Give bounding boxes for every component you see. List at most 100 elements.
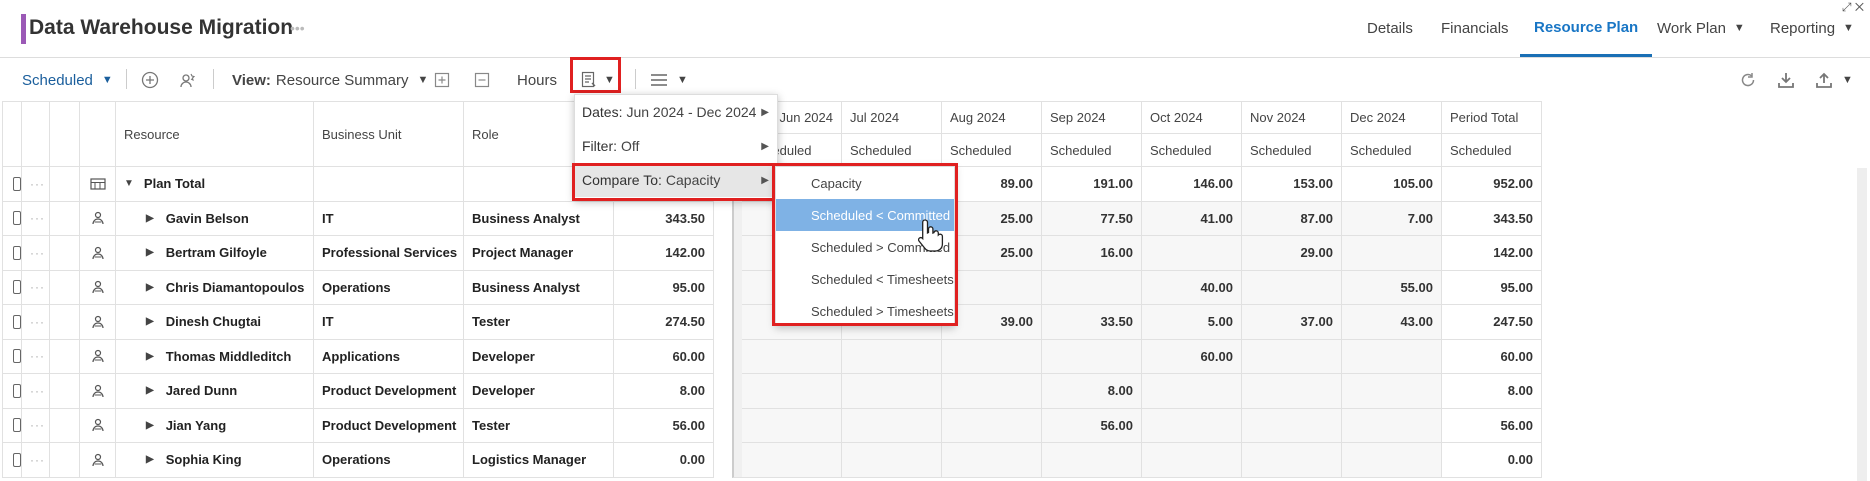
resource-name: Bertram Gilfoyle — [165, 245, 267, 261]
row-checkbox-cell[interactable] — [2, 408, 22, 443]
column-header[interactable]: Resource — [116, 101, 314, 167]
expand-icon[interactable]: ▶ — [146, 282, 154, 293]
month-header: Period Total — [1442, 101, 1542, 134]
row-checkbox[interactable] — [13, 452, 21, 467]
row-checkbox-cell[interactable] — [2, 167, 22, 202]
scheduled-dropdown[interactable]: Scheduled ▼ — [22, 70, 113, 90]
resource-total-cell: 8.00 — [614, 374, 714, 409]
expand-icon[interactable]: ▶ — [146, 316, 154, 327]
row-more-icon[interactable]: ··· — [30, 246, 45, 260]
row-type-cell — [80, 236, 116, 271]
row-checkbox-cell[interactable] — [2, 374, 22, 409]
resource-name-cell[interactable]: ▼ Plan Total — [116, 167, 314, 202]
expand-all-button[interactable] — [434, 70, 450, 90]
row-checkbox[interactable] — [13, 245, 21, 260]
row-more-icon[interactable]: ··· — [30, 280, 45, 294]
row-checkbox-cell[interactable] — [2, 236, 22, 271]
resource-name-cell[interactable]: ▶ Jian Yang — [116, 408, 314, 443]
expand-icon[interactable]: ▶ — [146, 385, 154, 396]
row-more-icon[interactable]: ··· — [30, 384, 45, 398]
row-actions-cell[interactable]: ··· — [22, 443, 50, 478]
row-checkbox-cell[interactable] — [2, 270, 22, 305]
person-icon — [91, 419, 104, 432]
business-unit-cell: Operations — [314, 270, 464, 305]
hours-toggle[interactable]: Hours — [517, 70, 557, 90]
expand-icon[interactable]: ⤢ — [1842, 0, 1852, 14]
row-checkbox[interactable] — [13, 418, 21, 433]
expand-icon[interactable]: ▶ — [146, 454, 154, 465]
row-actions-cell[interactable]: ··· — [22, 305, 50, 340]
download-icon — [1778, 73, 1794, 88]
resource-name-cell[interactable]: ▶ Gavin Belson — [116, 201, 314, 236]
expand-icon[interactable]: ▶ — [146, 247, 154, 258]
column-header — [50, 101, 80, 167]
chevron-right-icon: ▶ — [761, 106, 769, 118]
month-subheader: Scheduled — [1242, 134, 1342, 167]
row-actions-cell[interactable]: ··· — [22, 408, 50, 443]
tab-financials[interactable]: Financials — [1441, 0, 1509, 56]
resource-name-cell[interactable]: ▶ Bertram Gilfoyle — [116, 236, 314, 271]
resource-name: Jian Yang — [165, 417, 227, 433]
row-checkbox-cell[interactable] — [2, 339, 22, 374]
row-more-icon[interactable]: ··· — [30, 177, 45, 191]
expand-icon[interactable]: ▶ — [146, 213, 154, 224]
month-value-cell: 77.50 — [1042, 201, 1142, 236]
expand-icon[interactable]: ▶ — [146, 351, 154, 362]
close-icon[interactable]: ✕ — [1855, 0, 1864, 14]
role-cell: Tester — [464, 408, 614, 443]
resource-name-cell[interactable]: ▶ Dinesh Chugtai — [116, 305, 314, 340]
month-value-cell — [1142, 236, 1242, 271]
row-more-icon[interactable]: ··· — [30, 453, 45, 467]
row-actions-cell[interactable]: ··· — [22, 236, 50, 271]
refresh-button[interactable] — [1739, 70, 1757, 90]
expand-icon[interactable]: ▶ — [146, 420, 154, 431]
row-actions-cell[interactable]: ··· — [22, 201, 50, 236]
resource-total-cell: 142.00 — [614, 236, 714, 271]
vertical-scrollbar[interactable] — [1857, 168, 1867, 481]
tab-work-plan[interactable]: Work Plan ▼ — [1657, 0, 1745, 56]
row-spacer — [50, 339, 80, 374]
add-resource-button[interactable] — [141, 70, 159, 90]
row-actions-cell[interactable]: ··· — [22, 374, 50, 409]
resource-name-cell[interactable]: ▶ Jared Dunn — [116, 374, 314, 409]
collapse-icon[interactable]: ▼ — [124, 178, 134, 189]
row-checkbox[interactable] — [13, 211, 21, 226]
row-spacer — [50, 167, 80, 202]
row-checkbox-cell[interactable] — [2, 305, 22, 340]
business-unit-cell — [314, 167, 464, 202]
menu-dates-value: Jun 2024 - Dec 2024 — [626, 104, 757, 120]
row-more-icon[interactable]: ··· — [30, 315, 45, 329]
row-checkbox[interactable] — [13, 349, 21, 364]
upload-button[interactable]: ▼ — [1815, 70, 1853, 90]
row-more-icon[interactable]: ··· — [30, 418, 45, 432]
row-type-cell — [80, 339, 116, 374]
resource-total-cell: 274.50 — [614, 305, 714, 340]
month-value-cell — [1242, 408, 1342, 443]
resource-name-cell[interactable]: ▶ Chris Diamantopoulos — [116, 270, 314, 305]
row-checkbox[interactable] — [13, 280, 21, 295]
tab-details[interactable]: Details — [1367, 0, 1413, 56]
row-checkbox-cell[interactable] — [2, 201, 22, 236]
resource-name-cell[interactable]: ▶ Thomas Middleditch — [116, 339, 314, 374]
row-checkbox-cell[interactable] — [2, 443, 22, 478]
row-actions-cell[interactable]: ··· — [22, 167, 50, 202]
view-dropdown[interactable]: View: Resource Summary ▼ — [232, 70, 428, 90]
row-more-icon[interactable]: ··· — [30, 211, 45, 225]
title-more-icon[interactable]: ••• — [290, 20, 305, 36]
collapse-all-button[interactable] — [474, 70, 490, 90]
resource-name-cell[interactable]: ▶ Sophia King — [116, 443, 314, 478]
tab-resource-plan[interactable]: Resource Plan — [1520, 0, 1653, 57]
menu-item-filter[interactable]: Filter: Off ▶ — [575, 129, 779, 163]
find-resource-button[interactable] — [179, 70, 197, 90]
menu-options-button[interactable]: ▼ — [650, 70, 688, 90]
row-actions-cell[interactable]: ··· — [22, 270, 50, 305]
row-actions-cell[interactable]: ··· — [22, 339, 50, 374]
column-header[interactable]: Business Unit — [314, 101, 464, 167]
row-checkbox[interactable] — [13, 383, 21, 398]
month-value-cell — [1142, 374, 1242, 409]
menu-item-dates[interactable]: Dates: Jun 2024 - Dec 2024 ▶ — [575, 95, 779, 129]
row-checkbox[interactable] — [13, 176, 21, 191]
row-checkbox[interactable] — [13, 314, 21, 329]
row-more-icon[interactable]: ··· — [30, 349, 45, 363]
download-button[interactable] — [1777, 70, 1795, 90]
